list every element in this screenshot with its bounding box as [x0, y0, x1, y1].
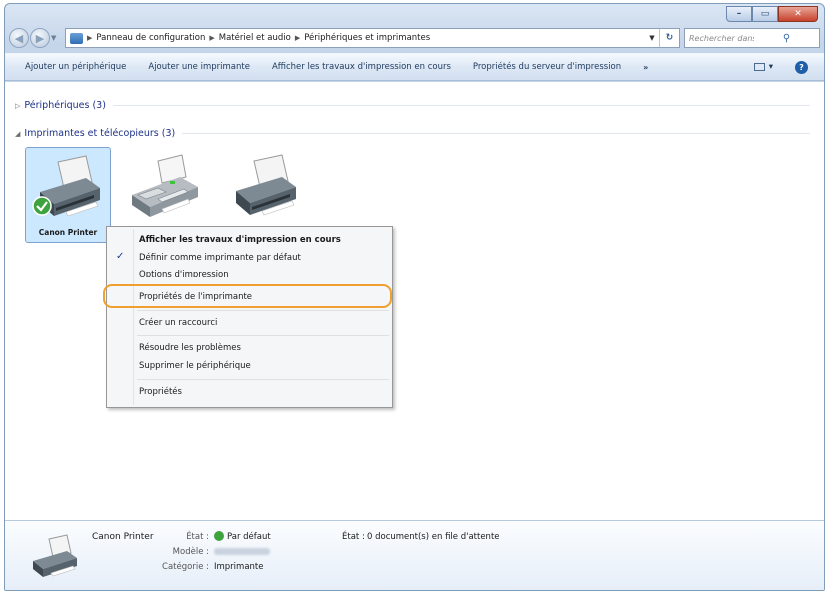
details-category-value: Imprimante — [214, 562, 264, 572]
navigation-row: ◀ ▶ ▼ ▶ Panneau de configuration ▶ Matér… — [9, 27, 820, 49]
menu-item-troubleshoot[interactable]: Résoudre les problèmes — [139, 343, 241, 353]
printer-item-canon[interactable]: Canon Printer — [25, 147, 111, 243]
collapse-arrow-icon[interactable]: ◢ — [15, 130, 20, 138]
search-input[interactable]: Rechercher dans : Pé... ⚲ — [684, 28, 820, 48]
menu-item-remove-device[interactable]: Supprimer le périphérique — [139, 361, 251, 371]
printer-icon — [32, 155, 100, 217]
group-title-devices: Périphériques (3) — [24, 100, 106, 111]
group-divider — [112, 105, 810, 106]
menu-item-properties[interactable]: Propriétés — [139, 387, 182, 397]
details-state-label: État : — [186, 532, 209, 542]
search-icon[interactable]: ⚲ — [754, 33, 819, 44]
details-category-label: Catégorie : — [162, 562, 209, 572]
details-printer-icon — [33, 534, 77, 577]
breadcrumb-devices-printers[interactable]: Périphériques et imprimantes — [304, 33, 430, 43]
checkmark-icon: ✓ — [116, 251, 125, 262]
search-placeholder: Rechercher dans : Pé... — [689, 33, 754, 43]
printer-icon — [236, 154, 296, 216]
details-state-text: Par défaut — [227, 532, 271, 542]
view-icon — [753, 63, 765, 71]
fax-icon — [132, 154, 198, 217]
add-printer-button[interactable]: Ajouter une imprimante — [148, 62, 250, 72]
breadcrumb-hardware-sound[interactable]: Matériel et audio — [219, 33, 291, 43]
breadcrumb-control-panel[interactable]: Panneau de configuration — [96, 33, 205, 43]
group-divider — [182, 133, 810, 134]
address-bar[interactable]: ▶ Panneau de configuration ▶ Matériel et… — [65, 28, 680, 48]
help-icon[interactable]: ? — [795, 60, 808, 74]
control-panel-icon — [70, 32, 83, 44]
command-bar: Ajouter un périphérique Ajouter une impr… — [5, 53, 824, 81]
group-title-printers: Imprimantes et télécopieurs (3) — [24, 128, 176, 139]
menu-item-create-shortcut[interactable]: Créer un raccourci — [139, 318, 217, 328]
minimize-button[interactable]: – — [726, 6, 752, 22]
menu-item-see-print-jobs[interactable]: Afficher les travaux d'impression en cou… — [139, 235, 341, 245]
close-button[interactable]: ✕ — [778, 6, 818, 22]
breadcrumb-separator-icon[interactable]: ▶ — [209, 34, 214, 42]
annotation-highlight — [103, 284, 392, 308]
context-menu: Afficher les travaux d'impression en cou… — [103, 226, 393, 408]
menu-item-print-options[interactable]: Options d'impression — [139, 270, 229, 277]
caption-buttons: – ▭ ✕ — [726, 6, 818, 22]
details-device-name: Canon Printer — [92, 532, 154, 542]
chevron-down-icon: ▾ — [768, 62, 773, 72]
menu-item-set-default[interactable]: Définir comme imprimante par défaut — [139, 253, 301, 263]
print-server-properties-button[interactable]: Propriétés du serveur d'impression — [473, 62, 621, 72]
details-pane: Canon Printer État : Par défaut Modèle :… — [5, 520, 824, 590]
breadcrumb-separator-icon[interactable]: ▶ — [295, 34, 300, 42]
maximize-button[interactable]: ▭ — [752, 6, 778, 22]
refresh-button[interactable]: ↻ — [659, 29, 679, 47]
group-header-printers[interactable]: ◢ Imprimantes et télécopieurs (3) — [15, 128, 810, 139]
menu-separator — [137, 335, 389, 336]
address-dropdown-icon[interactable]: ▼ — [645, 34, 659, 42]
forward-arrow-icon: ▶ — [35, 31, 45, 45]
details-queue-value: 0 document(s) en file d'attente — [367, 532, 500, 542]
see-print-jobs-button[interactable]: Afficher les travaux d'impression en cou… — [272, 62, 451, 72]
recent-pages-dropdown[interactable]: ▼ — [51, 34, 61, 42]
details-model-label: Modèle : — [172, 547, 209, 557]
details-queue-label: État : — [342, 532, 365, 542]
menu-gutter — [133, 229, 134, 405]
group-header-devices[interactable]: ▷ Périphériques (3) — [15, 100, 810, 111]
address-controls: ▼ ↻ — [645, 29, 679, 47]
details-state-value: Par défaut — [214, 531, 271, 542]
default-check-icon — [214, 531, 224, 541]
default-check-icon — [32, 196, 52, 216]
change-view-button[interactable]: ▾ — [753, 62, 773, 72]
expand-arrow-icon[interactable]: ▷ — [15, 102, 20, 110]
add-device-button[interactable]: Ajouter un périphérique — [25, 62, 126, 72]
printer-label: Canon Printer — [38, 228, 98, 237]
menu-separator — [137, 379, 389, 380]
back-button[interactable]: ◀ — [9, 28, 29, 48]
menu-separator — [137, 310, 389, 311]
breadcrumb-separator-icon[interactable]: ▶ — [87, 34, 92, 42]
forward-button[interactable]: ▶ — [30, 28, 50, 48]
redacted-model — [214, 548, 270, 555]
back-arrow-icon: ◀ — [14, 31, 24, 45]
details-model-value — [214, 548, 270, 558]
more-commands-button[interactable]: » — [643, 63, 648, 72]
